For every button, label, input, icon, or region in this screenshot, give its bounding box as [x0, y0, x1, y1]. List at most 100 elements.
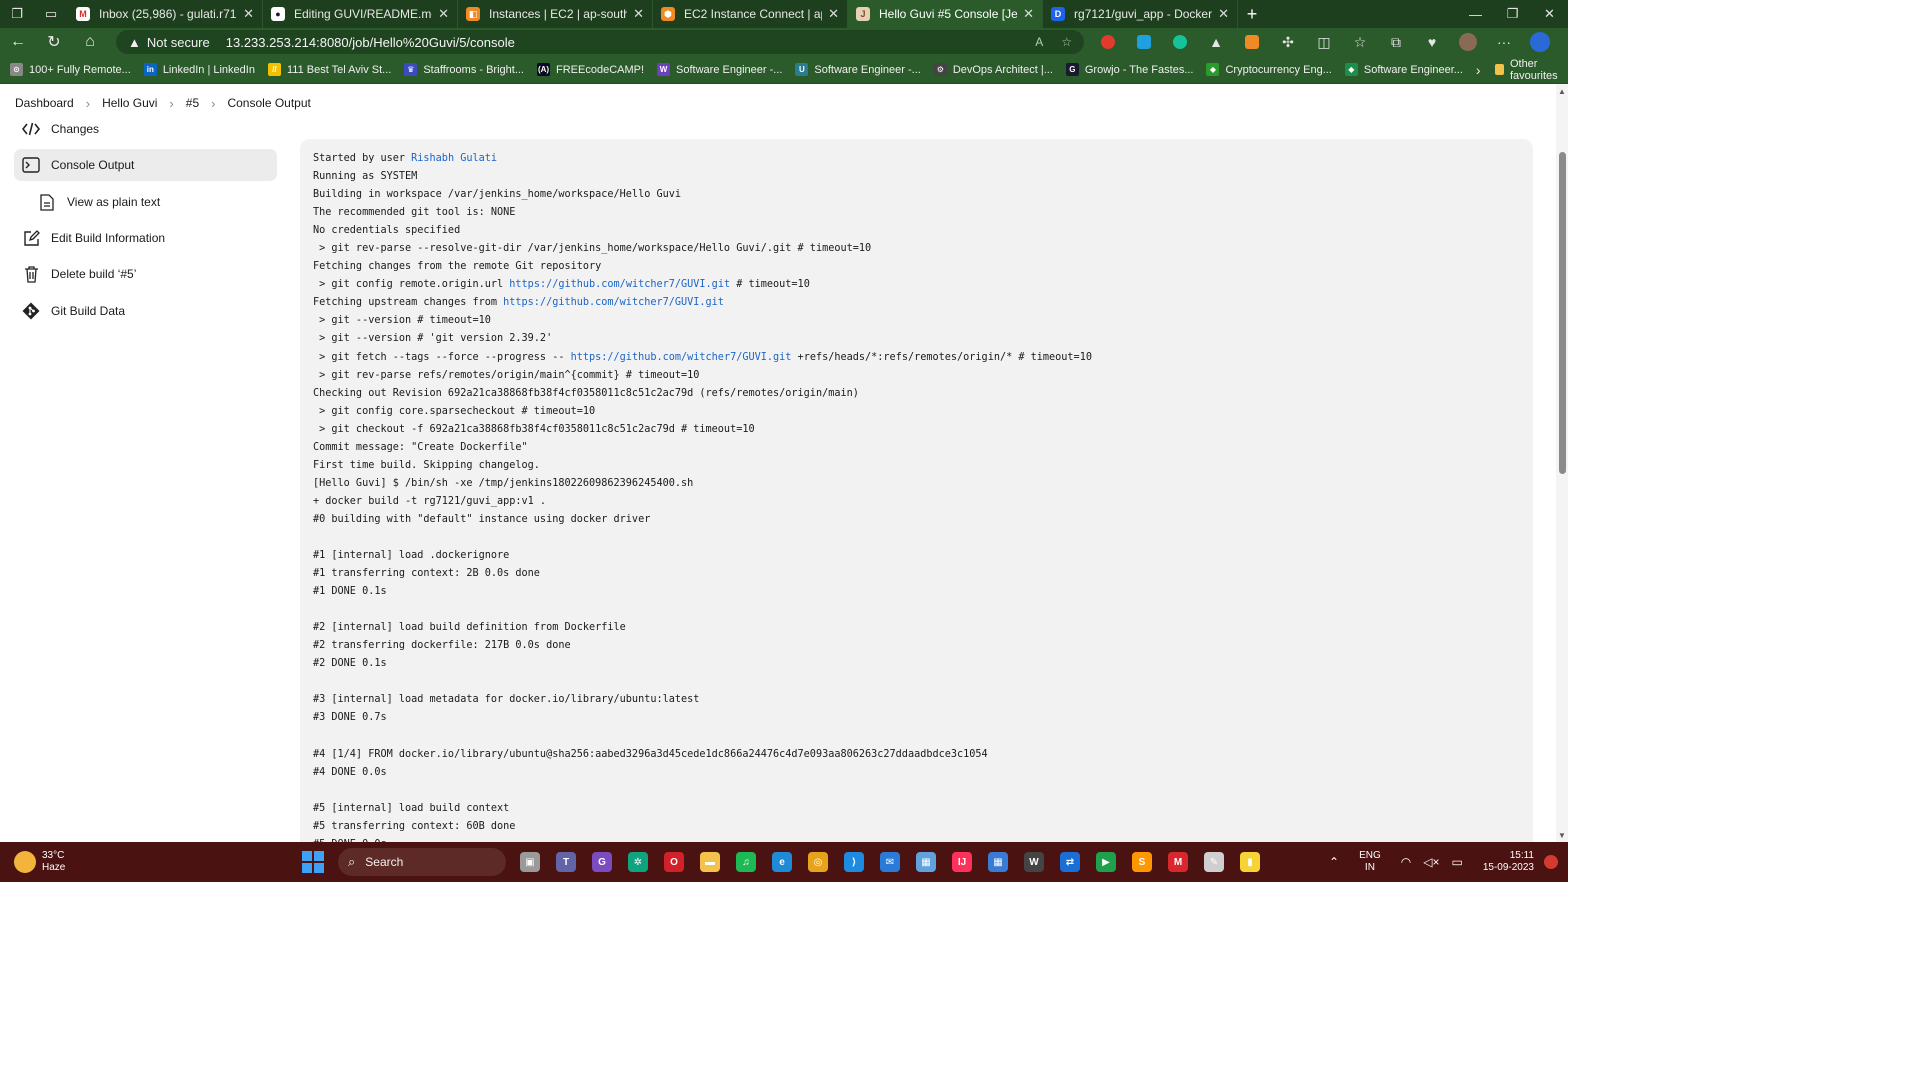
console-link[interactable]: https://github.com/witcher7/GUVI.git: [509, 279, 730, 290]
language-indicator[interactable]: ENG IN: [1359, 850, 1381, 874]
close-tab-icon[interactable]: ✕: [1023, 6, 1034, 22]
console-link[interactable]: Rishabh Gulati: [411, 153, 497, 164]
sidebar-item-edit-build-information[interactable]: Edit Build Information: [14, 222, 277, 254]
extension-blue-icon[interactable]: [1126, 28, 1162, 56]
copilot-icon[interactable]: [1522, 28, 1558, 56]
restore-icon[interactable]: ❐: [1494, 0, 1531, 28]
volume-muted-icon[interactable]: ◁×: [1423, 855, 1439, 869]
read-aloud-icon[interactable]: A: [1035, 35, 1043, 49]
tab-5[interactable]: Drg7121/guvi_app - Docker Image ✕: [1043, 0, 1238, 28]
close-tab-icon[interactable]: ✕: [633, 6, 644, 22]
extension-white-icon[interactable]: ▲: [1198, 28, 1234, 56]
favorites-icon[interactable]: ☆: [1342, 28, 1378, 56]
scroll-up-icon[interactable]: ▲: [1557, 87, 1567, 97]
task-view-taskbar-button[interactable]: ▣: [512, 844, 548, 880]
bookmark-item[interactable]: W Software Engineer -...: [657, 63, 782, 76]
bookmark-item[interactable]: G Growjo - The Fastes...: [1065, 63, 1193, 76]
bookmark-item[interactable]: ⚙ DevOps Architect |...: [933, 63, 1053, 76]
vscode-taskbar-button[interactable]: ⟩: [836, 844, 872, 880]
wordpad-taskbar-button[interactable]: W: [1016, 844, 1052, 880]
weather-widget[interactable]: 33°C Haze: [14, 850, 104, 874]
refresh-icon[interactable]: ↻: [36, 28, 72, 56]
extensions-puzzle-icon[interactable]: ✣: [1270, 28, 1306, 56]
breadcrumb-item[interactable]: Hello Guvi: [102, 96, 157, 110]
tab-4[interactable]: J Hello Guvi #5 Console [Jenkins] ✕: [848, 0, 1043, 28]
store-taskbar-button[interactable]: ▦: [980, 844, 1016, 880]
sidebar-item-view-as-plain-text[interactable]: View as plain text: [14, 186, 277, 218]
chatgpt-taskbar-button[interactable]: ✲: [620, 844, 656, 880]
virtualbox-taskbar-button[interactable]: ▦: [908, 844, 944, 880]
more-menu-icon[interactable]: ···: [1486, 28, 1522, 56]
split-screen-icon[interactable]: ◫: [1306, 28, 1342, 56]
tab-actions-icon[interactable]: ▭: [34, 0, 68, 28]
intellij-taskbar-button[interactable]: IJ: [944, 844, 980, 880]
chrome-taskbar-button[interactable]: ◎: [800, 844, 836, 880]
chevron-right-icon[interactable]: ›: [1476, 62, 1481, 78]
performance-icon[interactable]: ♥: [1414, 28, 1450, 56]
scrollbar-thumb[interactable]: [1559, 152, 1566, 474]
teams-taskbar-button[interactable]: T: [548, 844, 584, 880]
home-icon[interactable]: ⌂: [72, 28, 108, 56]
sidebar-item-console-output[interactable]: Console Output: [14, 149, 277, 181]
url-text[interactable]: 13.233.253.214:8080/job/Hello%20Guvi/5/c…: [226, 35, 1017, 50]
scroll-down-icon[interactable]: ▼: [1557, 831, 1567, 841]
edge-taskbar-button[interactable]: e: [764, 844, 800, 880]
address-bar[interactable]: ▲ Not secure 13.233.253.214:8080/job/Hel…: [116, 30, 1084, 54]
workspaces-icon[interactable]: ❐: [0, 0, 34, 28]
taskbar-search[interactable]: ⌕ Search: [338, 848, 506, 876]
sticky-notes-taskbar-button[interactable]: ▮: [1232, 844, 1268, 880]
collections-icon[interactable]: ⧉: [1378, 28, 1414, 56]
github-desktop-taskbar-button[interactable]: G: [584, 844, 620, 880]
close-tab-icon[interactable]: ✕: [438, 6, 449, 22]
breadcrumb-item[interactable]: Dashboard: [15, 96, 74, 110]
close-tab-icon[interactable]: ✕: [828, 6, 839, 22]
grammarly-icon[interactable]: [1162, 28, 1198, 56]
close-tab-icon[interactable]: ✕: [1218, 6, 1229, 22]
bookmark-item[interactable]: ◆ Cryptocurrency Eng...: [1206, 63, 1332, 76]
minimize-icon[interactable]: —: [1457, 0, 1494, 28]
other-favourites-folder[interactable]: Other favourites: [1494, 58, 1563, 82]
bookmark-item[interactable]: // 111 Best Tel Aviv St...: [267, 63, 391, 76]
close-tab-icon[interactable]: ✕: [243, 6, 254, 22]
opera-taskbar-button[interactable]: O: [656, 844, 692, 880]
breadcrumb-item[interactable]: #5: [186, 96, 199, 110]
tab-3[interactable]: ⬢ EC2 Instance Connect | ap-south ✕: [653, 0, 848, 28]
mega-taskbar-button[interactable]: M: [1160, 844, 1196, 880]
console-link[interactable]: https://github.com/witcher7/GUVI.git: [571, 352, 792, 363]
favorite-star-icon[interactable]: ☆: [1061, 35, 1072, 49]
profile-avatar[interactable]: [1450, 28, 1486, 56]
tab-2[interactable]: ◧ Instances | EC2 | ap-south-1 ✕: [458, 0, 653, 28]
security-label[interactable]: Not secure: [147, 35, 210, 50]
bookmark-item[interactable]: U Software Engineer -...: [795, 63, 921, 76]
tab-0[interactable]: M Inbox (25,986) - gulati.r7121@gm ✕: [68, 0, 263, 28]
spotify-taskbar-button[interactable]: ♫: [728, 844, 764, 880]
windows-start-icon[interactable]: [302, 851, 324, 873]
mail-taskbar-button[interactable]: ✉: [872, 844, 908, 880]
bookmark-item[interactable]: ⊙ 100+ Fully Remote...: [10, 63, 131, 76]
back-icon[interactable]: ←: [0, 28, 36, 56]
page-scrollbar[interactable]: ▲ ▼: [1556, 84, 1568, 842]
bookmark-item[interactable]: ♛ Staffrooms - Bright...: [404, 63, 524, 76]
sidebar-item-delete-build-5[interactable]: Delete build ‘#5’: [14, 258, 277, 290]
clock[interactable]: 15:11 15-09-2023: [1483, 850, 1534, 874]
tab-1[interactable]: ● Editing GUVI/README.md at ma ✕: [263, 0, 458, 28]
sidebar-item-git-build-data[interactable]: Git Build Data: [14, 295, 277, 327]
sublime-taskbar-button[interactable]: S: [1124, 844, 1160, 880]
wifi-icon[interactable]: ◠: [1401, 855, 1411, 869]
file-explorer-taskbar-button[interactable]: ▬: [692, 844, 728, 880]
metamask-icon[interactable]: [1234, 28, 1270, 56]
warning-icon[interactable]: ▲: [128, 35, 141, 50]
teamviewer-taskbar-button[interactable]: ⇄: [1052, 844, 1088, 880]
notification-icon[interactable]: [1544, 855, 1558, 869]
chevron-up-icon[interactable]: ⌃: [1329, 855, 1339, 869]
breadcrumb-item[interactable]: Console Output: [227, 96, 310, 110]
close-window-icon[interactable]: ✕: [1531, 0, 1568, 28]
snipping-taskbar-button[interactable]: ✎: [1196, 844, 1232, 880]
new-tab-button[interactable]: +: [1238, 0, 1266, 28]
bookmark-item[interactable]: (A) FREEcodeCAMP!: [537, 63, 644, 76]
arrow-app-taskbar-button[interactable]: ▶: [1088, 844, 1124, 880]
bookmark-item[interactable]: ◆ Software Engineer...: [1344, 63, 1463, 76]
battery-icon[interactable]: ▭: [1452, 855, 1463, 869]
bookmark-item[interactable]: in LinkedIn | LinkedIn: [143, 63, 255, 76]
console-link[interactable]: https://github.com/witcher7/GUVI.git: [503, 297, 724, 308]
